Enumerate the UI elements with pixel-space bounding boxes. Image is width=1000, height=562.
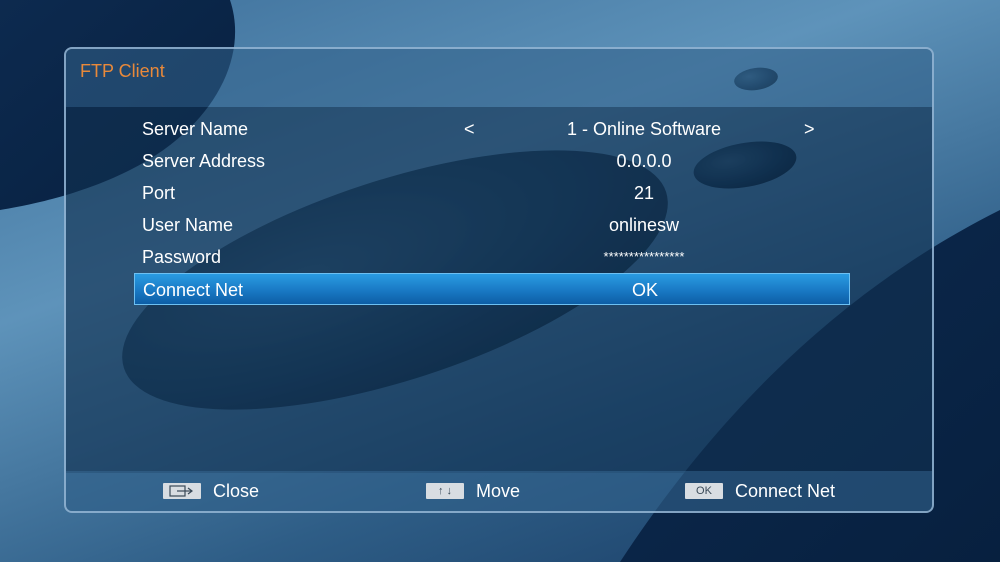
user-name-value[interactable]: onlinesw bbox=[474, 209, 814, 241]
port-label: Port bbox=[142, 183, 176, 203]
next-server-arrow-icon[interactable]: > bbox=[804, 113, 815, 145]
server-name-value: 1 - Online Software bbox=[566, 119, 722, 139]
connect-net-label: Connect Net bbox=[143, 280, 244, 300]
server-address-value[interactable]: 0.0.0.0 bbox=[474, 145, 814, 177]
footer-move[interactable]: ↑ ↓ Move bbox=[426, 478, 520, 504]
password-row[interactable]: Password **************** bbox=[134, 241, 850, 273]
ftp-client-screen: FTP Client Server Name < 1 - Online Soft… bbox=[0, 0, 1000, 562]
footer-close[interactable]: Close bbox=[163, 478, 259, 504]
password-value[interactable]: **************** bbox=[474, 241, 814, 273]
footer-move-label: Move bbox=[476, 481, 521, 501]
connect-net-ok-button[interactable]: OK bbox=[475, 274, 815, 306]
user-name-row[interactable]: User Name onlinesw bbox=[134, 209, 850, 241]
server-address-row[interactable]: Server Address 0.0.0.0 bbox=[134, 145, 850, 177]
panel-title-bar: FTP Client bbox=[66, 49, 932, 107]
server-name-row[interactable]: Server Name < 1 - Online Software > bbox=[134, 113, 850, 145]
ok-key-badge: OK bbox=[685, 483, 723, 499]
settings-list: Server Name < 1 - Online Software > Serv… bbox=[134, 113, 850, 305]
footer-connect-label: Connect Net bbox=[735, 481, 836, 501]
server-name-label: Server Name bbox=[142, 119, 249, 139]
footer-connect-net[interactable]: OK Connect Net bbox=[685, 478, 835, 504]
port-row[interactable]: Port 21 bbox=[134, 177, 850, 209]
panel-footer: Close ↑ ↓ Move OK Connect Net bbox=[66, 471, 932, 511]
exit-arrow-icon bbox=[163, 483, 201, 499]
ftp-client-panel: FTP Client Server Name < 1 - Online Soft… bbox=[64, 47, 934, 513]
panel-title: FTP Client bbox=[80, 61, 165, 81]
connect-net-row[interactable]: Connect Net OK bbox=[134, 273, 850, 305]
up-down-arrows-icon: ↑ ↓ bbox=[426, 483, 464, 499]
user-name-label: User Name bbox=[142, 215, 234, 235]
prev-server-arrow-icon[interactable]: < bbox=[464, 113, 475, 145]
port-value[interactable]: 21 bbox=[474, 177, 814, 209]
server-address-label: Server Address bbox=[142, 151, 266, 171]
password-label: Password bbox=[142, 247, 222, 267]
footer-close-label: Close bbox=[213, 481, 260, 501]
